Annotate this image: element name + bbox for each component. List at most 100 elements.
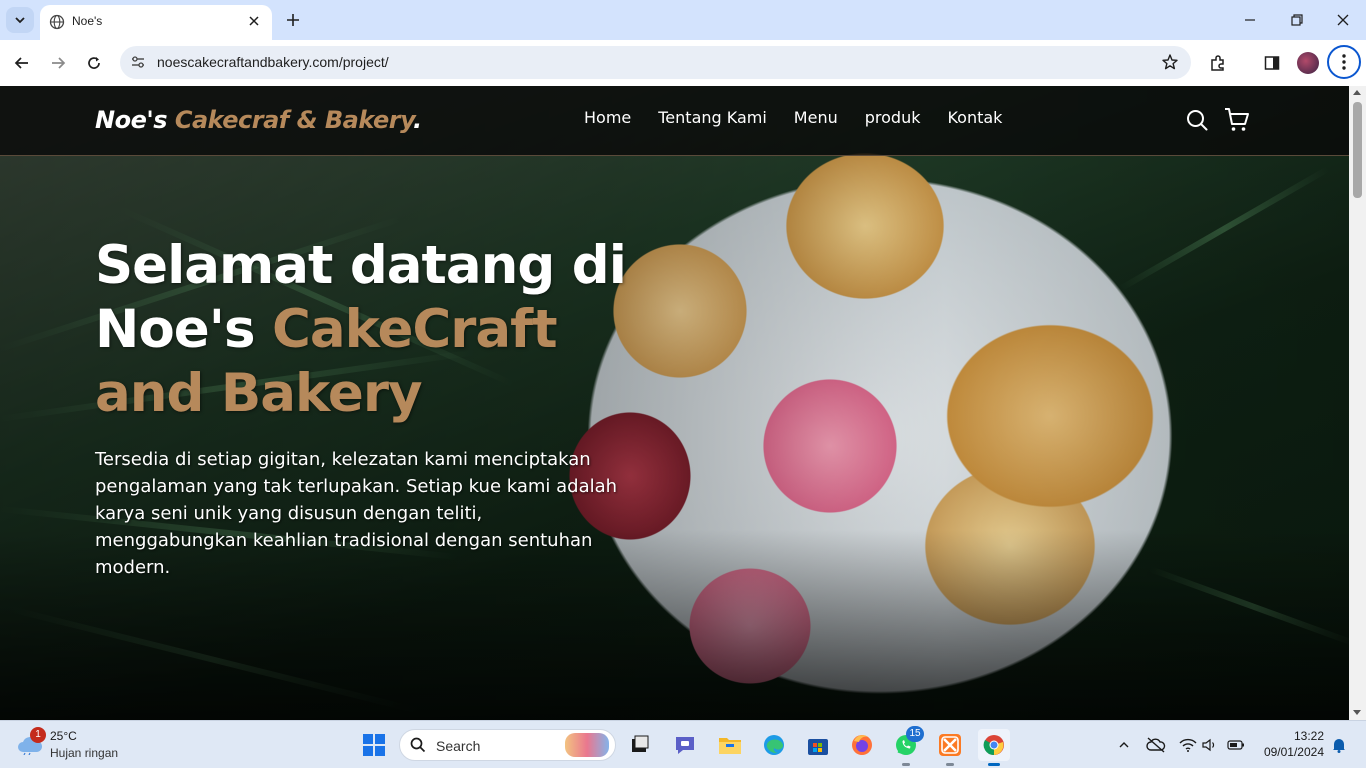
extensions-button[interactable] — [1206, 51, 1230, 75]
site-logo[interactable]: Noe's Cakecraf & Bakery. — [95, 106, 422, 134]
side-panel-icon — [1264, 56, 1280, 70]
search-placeholder: Search — [436, 738, 481, 754]
site-search-button[interactable] — [1183, 106, 1211, 134]
show-hidden-icons-button[interactable] — [1114, 735, 1134, 755]
scroll-down-arrow-icon[interactable] — [1353, 710, 1361, 715]
hero-title: Selamat datang di Noe's CakeCraft and Ba… — [95, 234, 655, 426]
network-tray[interactable] — [1178, 735, 1198, 755]
site-info-icon[interactable] — [130, 54, 146, 74]
battery-icon — [1227, 740, 1244, 750]
brand-dot: . — [413, 106, 422, 134]
restore-button[interactable] — [1285, 8, 1309, 32]
task-view-icon — [632, 735, 649, 752]
weather-condition: Hujan ringan — [50, 746, 119, 760]
clock-time: 13:22 — [1293, 729, 1324, 743]
brand-name: Noe's — [95, 106, 167, 134]
chevron-down-icon — [15, 17, 25, 24]
hero-content: Selamat datang di Noe's CakeCraft and Ba… — [95, 234, 655, 581]
edge-app[interactable] — [758, 729, 790, 761]
weather-badge: 1 — [30, 727, 46, 743]
site-navbar: Noe's Cakecraf & Bakery. Home Tentang Ka… — [0, 86, 1349, 156]
chrome-active-indicator — [988, 763, 1000, 766]
task-view-button[interactable] — [624, 729, 656, 761]
chevron-up-icon — [1119, 742, 1129, 748]
xampp-app[interactable] — [934, 729, 966, 761]
cart-button[interactable] — [1223, 106, 1251, 134]
tab-title: Noe's — [72, 14, 103, 28]
search-icon — [1187, 110, 1208, 131]
windows-logo-icon — [363, 734, 385, 756]
teams-chat-app[interactable] — [669, 729, 701, 761]
volume-tray[interactable] — [1200, 735, 1220, 755]
minimize-button[interactable] — [1238, 8, 1262, 32]
chrome-icon — [983, 735, 1004, 756]
bell-icon — [1333, 739, 1345, 753]
browser-tab-bar: Noe's — [0, 0, 1366, 40]
nav-menu[interactable]: Menu — [794, 108, 838, 127]
chrome-app[interactable] — [978, 729, 1010, 761]
site-menu: Home Tentang Kami Menu produk Kontak — [584, 108, 1002, 127]
nav-home[interactable]: Home — [584, 108, 631, 127]
scroll-up-arrow-icon[interactable] — [1353, 90, 1361, 95]
close-tab-icon[interactable] — [244, 11, 264, 31]
shopping-cart-icon — [1225, 108, 1249, 131]
reload-button[interactable] — [82, 51, 106, 75]
firefox-icon — [852, 735, 872, 755]
whatsapp-running-indicator — [902, 763, 910, 766]
puzzle-icon — [1211, 55, 1224, 71]
more-vertical-icon — [1342, 54, 1346, 70]
whatsapp-unread-badge: 15 — [906, 726, 924, 742]
search-icon — [410, 737, 426, 753]
bookmark-star-icon[interactable] — [1161, 53, 1179, 75]
nav-tentang-kami[interactable]: Tentang Kami — [658, 108, 767, 127]
hero-title-line2: Noe's — [95, 299, 272, 360]
firefox-app[interactable] — [846, 729, 878, 761]
microsoft-store-app[interactable] — [802, 729, 834, 761]
browser-toolbar: noescakecraftandbakery.com/project/ — [0, 40, 1366, 86]
minimize-icon — [1245, 19, 1255, 21]
notifications-button[interactable] — [1329, 735, 1349, 755]
nav-kontak[interactable]: Kontak — [947, 108, 1002, 127]
page-scrollbar[interactable] — [1349, 86, 1366, 720]
back-button[interactable] — [10, 51, 34, 75]
restore-icon — [1291, 14, 1303, 26]
xampp-icon — [939, 734, 961, 756]
onedrive-tray[interactable] — [1146, 735, 1166, 755]
battery-tray[interactable] — [1226, 735, 1246, 755]
new-tab-button[interactable] — [282, 9, 304, 31]
close-window-button[interactable] — [1331, 8, 1355, 32]
tab-search-button[interactable] — [6, 7, 34, 33]
address-bar[interactable]: noescakecraftandbakery.com/project/ — [120, 46, 1191, 79]
xampp-running-indicator — [946, 763, 954, 766]
globe-icon — [49, 14, 65, 34]
browser-menu-button[interactable] — [1327, 45, 1361, 79]
wifi-icon — [1179, 738, 1197, 752]
hero-title-accent: CakeCraft — [271, 299, 558, 360]
weather-temperature: 25°C — [50, 729, 77, 743]
brand-accent: Cakecraf & Bakery — [166, 106, 414, 134]
forward-button[interactable] — [46, 51, 70, 75]
nav-produk[interactable]: produk — [865, 108, 921, 127]
taskbar-search[interactable]: Search — [399, 729, 616, 761]
hero-title-line1: Selamat datang di — [95, 235, 627, 296]
hero-title-line3: and Bakery — [95, 363, 423, 424]
edge-icon — [764, 735, 784, 755]
profile-avatar[interactable] — [1297, 52, 1319, 74]
speaker-icon — [1202, 738, 1215, 752]
scrollbar-thumb[interactable] — [1353, 102, 1362, 198]
arrow-left-icon — [14, 57, 28, 69]
browser-tab[interactable]: Noe's — [40, 5, 272, 40]
side-panel-button[interactable] — [1260, 51, 1284, 75]
windows-taskbar: 1 25°C Hujan ringan Search 13:22 09/01/2… — [0, 720, 1366, 768]
cloud-offline-icon — [1146, 737, 1166, 753]
start-button[interactable] — [358, 729, 390, 761]
arrow-right-icon — [52, 57, 66, 69]
plus-icon — [287, 14, 299, 26]
search-highlight-image — [565, 733, 609, 757]
folder-icon — [719, 738, 741, 754]
file-explorer-app[interactable] — [714, 729, 746, 761]
chat-icon — [676, 737, 694, 754]
url-text: noescakecraftandbakery.com/project/ — [157, 54, 389, 70]
reload-icon — [88, 57, 100, 69]
system-clock[interactable]: 13:22 09/01/2024 — [1258, 728, 1324, 760]
